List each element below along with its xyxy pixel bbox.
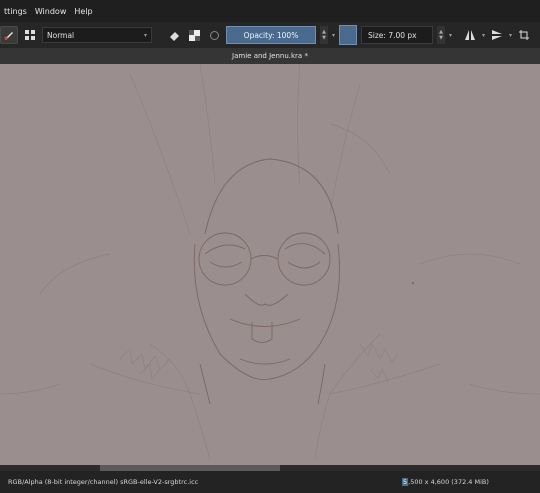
size-chevron-icon[interactable]: ▾ bbox=[449, 32, 452, 39]
opacity-slider[interactable]: Opacity: 100% bbox=[226, 26, 316, 44]
blend-mode-select[interactable]: Normal ▾ bbox=[42, 27, 152, 43]
opacity-spinner[interactable]: ▲ ▼ bbox=[320, 26, 328, 44]
size-spinner[interactable]: ▲ ▼ bbox=[437, 26, 446, 44]
mirror-vertical-icon[interactable] bbox=[489, 27, 505, 43]
mirror-v-chevron-icon[interactable]: ▾ bbox=[509, 32, 512, 39]
tool-options-bar: Normal ▾ Opacity: 100% ▲ ▼ ▾ Size: 7.00 p… bbox=[0, 22, 540, 48]
blend-mode-value: Normal bbox=[47, 30, 75, 40]
wrap-icon[interactable] bbox=[516, 27, 532, 43]
status-bar: RGB/Alpha (8-bit integer/channel) sRGB-e… bbox=[0, 471, 540, 493]
menu-window[interactable]: Window bbox=[31, 7, 71, 16]
drawing-canvas[interactable] bbox=[0, 64, 540, 465]
mirror-horizontal-icon[interactable] bbox=[462, 27, 478, 43]
color-swatch[interactable] bbox=[339, 25, 358, 45]
color-space-info: RGB/Alpha (8-bit integer/channel) sRGB-e… bbox=[8, 478, 199, 486]
reload-icon[interactable] bbox=[206, 27, 222, 43]
opacity-chevron-icon[interactable]: ▾ bbox=[332, 32, 335, 39]
size-slider[interactable]: Size: 7.00 px bbox=[361, 26, 434, 44]
mirror-h-chevron-icon[interactable]: ▾ bbox=[482, 32, 485, 39]
pattern-grid-icon[interactable] bbox=[22, 27, 38, 43]
dimensions-text: ,500 x 4,600 (372.4 MiB) bbox=[408, 478, 489, 486]
menu-help[interactable]: Help bbox=[70, 7, 96, 16]
size-label: Size: 7.00 px bbox=[368, 30, 417, 40]
brush-preset-icon[interactable] bbox=[0, 26, 18, 44]
sketch-artwork bbox=[0, 64, 540, 460]
document-title: Jamie and Jennu.kra * bbox=[232, 52, 308, 60]
eraser-icon[interactable] bbox=[166, 27, 182, 43]
document-tab[interactable]: Jamie and Jennu.kra * bbox=[0, 48, 540, 64]
opacity-label: Opacity: 100% bbox=[243, 30, 299, 40]
menu-bar: ttings Window Help bbox=[0, 0, 540, 22]
image-dimensions: 5,500 x 4,600 (372.4 MiB) bbox=[402, 478, 489, 486]
menu-settings[interactable]: ttings bbox=[0, 7, 31, 16]
alpha-icon[interactable] bbox=[186, 27, 202, 43]
chevron-down-icon: ▾ bbox=[143, 31, 147, 39]
